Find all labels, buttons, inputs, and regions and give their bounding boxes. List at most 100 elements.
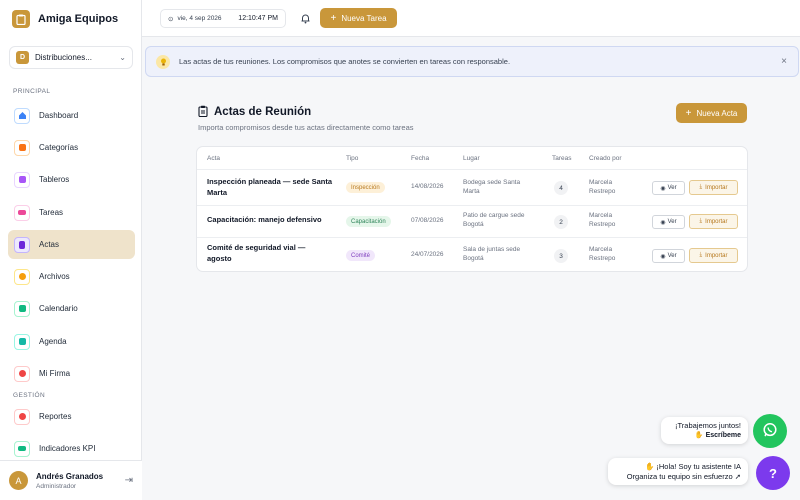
view-button[interactable]: ◉ Ver xyxy=(652,181,685,195)
sidebar-item-label: Archivos xyxy=(39,272,70,281)
logout-icon[interactable]: ⇥ xyxy=(125,475,133,486)
sidebar-item-label: Calendario xyxy=(39,304,78,313)
current-date: vie, 4 sep 2026 xyxy=(177,15,222,22)
sidebar-item-actas[interactable]: Actas xyxy=(8,230,135,259)
header-tipo: Tipo xyxy=(346,155,359,162)
whatsapp-tooltip[interactable]: ¡Trabajemos juntos! ✋ Escríbeme xyxy=(661,417,748,444)
acta-name[interactable]: Inspección planeada — sede Santa Marta xyxy=(207,177,337,198)
sidebar-item-agenda[interactable]: Agenda xyxy=(8,327,135,356)
tasks-icon xyxy=(14,204,30,221)
files-icon xyxy=(14,268,30,285)
section-label-gestion: GESTIÓN xyxy=(13,392,46,399)
new-acta-label: Nueva Acta xyxy=(696,108,738,118)
sidebar-item-reportes[interactable]: Reportes xyxy=(8,402,135,431)
new-task-label: Nueva Tarea xyxy=(341,13,387,23)
import-button[interactable]: ⤓ Importar xyxy=(689,248,738,263)
acta-location: Patio de cargue sede Bogotá xyxy=(463,212,525,228)
acta-location: Sala de juntas sede Bogotá xyxy=(463,246,521,262)
section-label-principal: PRINCIPAL xyxy=(13,88,51,95)
header-lugar: Lugar xyxy=(463,155,480,162)
sidebar-item-categorias[interactable]: Categorías xyxy=(8,133,135,162)
created-by: Marcela Restrepo xyxy=(589,246,616,262)
table-row: Inspección planeada — sede Santa Marta I… xyxy=(197,169,747,205)
page-title: Actas de Reunión xyxy=(198,105,311,119)
actas-table: Acta Tipo Fecha Lugar Tareas Creado por … xyxy=(196,146,748,272)
whatsapp-line2: Escríbeme xyxy=(705,432,741,439)
acta-name[interactable]: Comité de seguridad vial — agosto xyxy=(207,243,327,264)
clipboard-logo-icon xyxy=(12,10,30,28)
avatar[interactable]: A xyxy=(9,471,28,490)
page-title-text: Actas de Reunión xyxy=(214,106,312,118)
acta-name[interactable]: Capacitación: manejo defensivo xyxy=(207,215,337,226)
categories-icon xyxy=(14,139,30,156)
sidebar-item-indicadores[interactable]: Indicadores KPI xyxy=(8,434,135,463)
task-count: 3 xyxy=(554,249,568,263)
sidebar: Amiga Equipos D Distribuciones... ⌄ PRIN… xyxy=(0,0,142,500)
sidebar-item-label: Agenda xyxy=(39,337,67,346)
tipo-badge: Capacitación xyxy=(346,216,391,227)
reports-icon xyxy=(14,408,30,425)
calendar-icon xyxy=(14,300,30,317)
ai-line2: Organiza tu equipo sin esfuerzo xyxy=(626,472,733,481)
home-icon xyxy=(14,107,30,124)
boards-icon xyxy=(14,171,30,188)
workspace-name: Distribuciones... xyxy=(35,53,92,62)
new-task-button[interactable]: + Nueva Tarea xyxy=(320,8,397,28)
plus-icon: + xyxy=(330,12,337,24)
sidebar-item-archivos[interactable]: Archivos xyxy=(8,262,135,291)
workspace-badge: D xyxy=(16,51,29,64)
sidebar-item-label: Actas xyxy=(39,240,60,249)
eye-icon: ◉ xyxy=(660,253,666,260)
acta-date: 07/08/2026 xyxy=(411,217,444,224)
sidebar-item-tableros[interactable]: Tableros xyxy=(8,165,135,194)
sidebar-item-label: Tareas xyxy=(39,208,64,217)
clock-icon: ⊙ xyxy=(168,15,174,23)
sidebar-item-label: Categorías xyxy=(39,143,79,152)
task-count: 2 xyxy=(554,215,568,229)
eye-icon: ◉ xyxy=(660,219,666,226)
close-icon[interactable]: × xyxy=(781,56,787,67)
table-row: Comité de seguridad vial — agosto Comité… xyxy=(197,237,747,271)
page-subtitle: Importa compromisos desde tus actas dire… xyxy=(198,123,414,132)
eye-icon: ◉ xyxy=(660,185,666,192)
sidebar-item-mi-firma[interactable]: Mi Firma xyxy=(8,359,135,388)
whatsapp-button[interactable] xyxy=(753,414,787,448)
date-time-display: ⊙ vie, 4 sep 2026 12:10:47 PM xyxy=(160,9,286,28)
clipboard-icon xyxy=(198,105,208,119)
tipo-badge: Comité xyxy=(346,250,376,261)
current-time: 12:10:47 PM xyxy=(238,15,278,22)
import-button[interactable]: ⤓ Importar xyxy=(689,180,738,195)
view-button[interactable]: ◉ Ver xyxy=(652,249,685,263)
download-icon: ⤓ xyxy=(699,184,703,190)
signature-icon xyxy=(14,365,30,382)
agenda-icon xyxy=(14,333,30,350)
help-button[interactable]: ? xyxy=(756,456,790,490)
tipo-badge: Inspección xyxy=(346,182,385,193)
brand[interactable]: Amiga Equipos xyxy=(12,9,118,29)
bell-icon[interactable] xyxy=(298,11,312,25)
table-row: Capacitación: manejo defensivo Capacitac… xyxy=(197,205,747,237)
user-name: Andrés Granados xyxy=(36,471,104,481)
created-by: Marcela Restrepo xyxy=(589,179,616,195)
import-button[interactable]: ⤓ Importar xyxy=(689,214,738,229)
user-role: Administrador xyxy=(36,482,77,490)
acta-location: Bodega sede Santa Marta xyxy=(463,179,521,195)
sidebar-item-calendario[interactable]: Calendario xyxy=(8,294,135,323)
sidebar-item-dashboard[interactable]: Dashboard xyxy=(8,101,135,130)
header-creado: Creado por xyxy=(589,155,622,162)
download-icon: ⤓ xyxy=(699,218,703,224)
view-button[interactable]: ◉ Ver xyxy=(652,215,685,229)
header-acta: Acta xyxy=(207,155,221,162)
new-acta-button[interactable]: + Nueva Acta xyxy=(676,103,747,123)
user-profile: A Andrés Granados Administrador ⇥ xyxy=(0,460,142,500)
ai-assistant-tooltip[interactable]: ✋ ¡Hola! Soy tu asistente IA Organiza tu… xyxy=(608,458,748,485)
workspace-selector[interactable]: D Distribuciones... ⌄ xyxy=(9,46,133,69)
info-banner: Las actas de tus reuniones. Los compromi… xyxy=(145,46,799,77)
sidebar-item-tareas[interactable]: Tareas xyxy=(8,198,135,227)
task-count: 4 xyxy=(554,181,568,195)
header-fecha: Fecha xyxy=(411,155,430,162)
rocket-icon: ➚ xyxy=(732,472,741,481)
download-icon: ⤓ xyxy=(699,252,703,258)
question-icon: ? xyxy=(769,465,777,481)
banner-text: Las actas de tus reuniones. Los compromi… xyxy=(179,57,511,66)
